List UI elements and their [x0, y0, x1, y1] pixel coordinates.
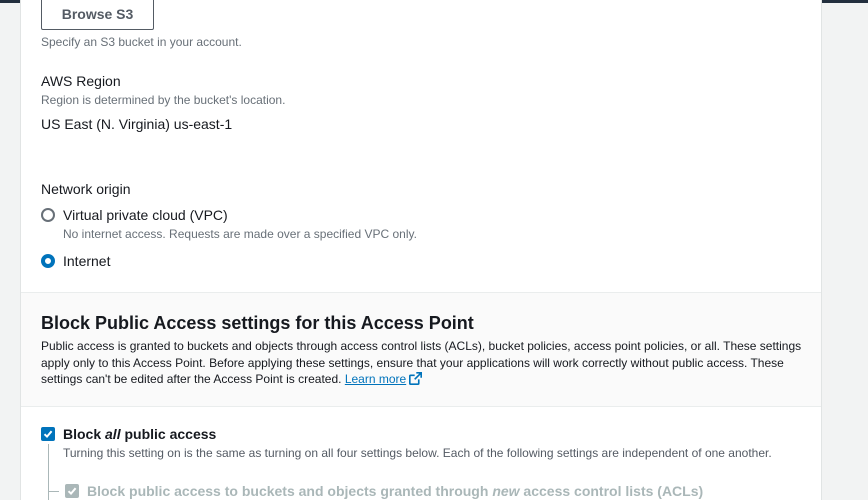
vpc-radio[interactable] — [41, 208, 55, 222]
check-icon — [43, 430, 53, 439]
external-link-icon — [409, 372, 423, 385]
block-new-acls-emphasis: new — [492, 483, 520, 499]
learn-more-label[interactable]: Learn more — [345, 372, 406, 386]
section-divider-bottom — [21, 406, 821, 407]
browse-s3-button[interactable]: Browse S3 — [41, 0, 154, 30]
access-point-form-panel: Browse S3 Specify an S3 bucket in your a… — [20, 0, 822, 500]
section-divider-top — [21, 292, 821, 293]
block-new-acls-label[interactable]: Block public access to buckets and objec… — [87, 483, 703, 499]
check-icon — [67, 487, 77, 496]
block-all-emphasis: all — [105, 426, 121, 442]
aws-region-hint: Region is determined by the bucket's loc… — [41, 93, 286, 107]
bucket-hint: Specify an S3 bucket in your account. — [41, 35, 242, 49]
block-all-suffix: public access — [120, 426, 217, 442]
bpa-description: Public access is granted to buckets and … — [41, 338, 806, 388]
vpc-option-label[interactable]: Virtual private cloud (VPC) — [63, 207, 228, 223]
vpc-option-description: No internet access. Requests are made ov… — [63, 227, 417, 241]
block-new-acls-suffix: access control lists (ACLs) — [519, 483, 704, 499]
internet-option-label[interactable]: Internet — [63, 253, 110, 269]
internet-radio[interactable] — [41, 254, 55, 268]
bpa-title: Block Public Access settings for this Ac… — [41, 313, 474, 333]
block-all-prefix: Block — [63, 426, 106, 442]
network-origin-label: Network origin — [41, 181, 131, 197]
block-new-acls-prefix: Block public access to buckets and objec… — [87, 483, 493, 499]
aws-region-value: US East (N. Virginia) us-east-1 — [41, 116, 233, 132]
aws-region-label: AWS Region — [41, 73, 121, 89]
tree-connector-branch — [48, 491, 59, 492]
learn-more-link[interactable]: Learn more — [345, 372, 423, 386]
block-all-checkbox[interactable] — [41, 427, 55, 441]
block-new-acls-checkbox[interactable] — [65, 484, 79, 498]
block-all-description: Turning this setting on is the same as t… — [63, 446, 772, 460]
block-all-label[interactable]: Block all public access — [63, 426, 216, 442]
